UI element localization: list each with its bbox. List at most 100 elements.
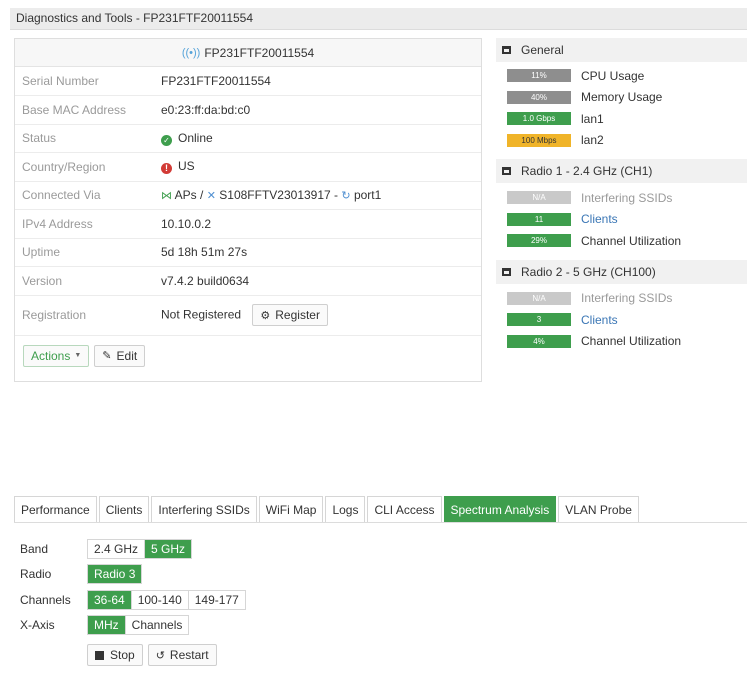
- device-header: ((•)) FP231FTF20011554: [15, 39, 481, 67]
- value-status: Online: [178, 130, 213, 145]
- card-actions: Actions ▼ ✎ Edit: [15, 336, 481, 376]
- row-status: Status ✓ Online: [15, 124, 481, 153]
- metric-lan2: 100 Mbps lan2: [496, 130, 747, 152]
- channels-option-100-140[interactable]: 100-140: [131, 590, 189, 609]
- tab-logs[interactable]: Logs: [325, 496, 366, 522]
- radio1-clients: 11 Clients: [496, 209, 747, 231]
- stop-label: Stop: [110, 648, 135, 662]
- restart-button[interactable]: ↺ Restart: [147, 644, 217, 666]
- device-info-card: ((•)) FP231FTF20011554 Serial Number FP2…: [14, 38, 482, 382]
- radio2-clients-link[interactable]: Clients: [581, 313, 618, 327]
- general-section-header[interactable]: General: [496, 38, 747, 62]
- spectrum-controls: Band 2.4 GHz 5 GHz Radio Radio 3 Channel…: [20, 536, 246, 666]
- restart-icon: ↺: [155, 649, 165, 662]
- radio2-section-header[interactable]: Radio 2 - 5 GHz (CH100): [496, 259, 747, 284]
- row-country: Country/Region ! US: [15, 152, 481, 182]
- memory-bar: 40%: [507, 90, 571, 104]
- radio2-interfering: N/A Interfering SSIDs: [496, 288, 747, 310]
- label-connected: Connected Via: [15, 181, 161, 210]
- separator-slash: /: [200, 188, 204, 203]
- memory-label: Memory Usage: [581, 90, 663, 105]
- page-title: Diagnostics and Tools - FP231FTF20011554: [10, 8, 747, 30]
- lan2-label: lan2: [581, 133, 604, 148]
- gear-icon: ⚙: [260, 309, 271, 322]
- stop-icon: [95, 650, 104, 660]
- actions-dropdown[interactable]: Actions ▼: [23, 344, 90, 367]
- radio1-interfering-label: Interfering SSIDs: [581, 190, 673, 205]
- stop-button[interactable]: Stop: [87, 644, 143, 666]
- tab-cli-access[interactable]: CLI Access: [367, 496, 442, 522]
- link-aps[interactable]: APs: [175, 188, 197, 202]
- value-ipv4: 10.10.0.2: [161, 209, 481, 239]
- ap-group-icon: ⋈: [161, 190, 172, 203]
- radio2-interfering-bar: N/A: [507, 291, 571, 305]
- band-option-2-4ghz[interactable]: 2.4 GHz: [88, 539, 146, 558]
- band-row: Band 2.4 GHz 5 GHz: [20, 536, 246, 562]
- register-button[interactable]: ⚙ Register: [252, 304, 328, 326]
- label-serial: Serial Number: [15, 67, 161, 96]
- general-title: General: [521, 43, 564, 57]
- row-mac: Base MAC Address e0:23:ff:da:bd:c0: [15, 95, 481, 125]
- tab-clients[interactable]: Clients: [98, 496, 150, 522]
- radio-option-3[interactable]: Radio 3: [88, 565, 142, 584]
- link-switch[interactable]: S108FFTV23013917: [219, 188, 330, 202]
- tab-wifi-map[interactable]: WiFi Map: [258, 496, 324, 522]
- label-country: Country/Region: [15, 152, 161, 182]
- label-uptime: Uptime: [15, 238, 161, 267]
- link-port[interactable]: port1: [354, 188, 381, 202]
- radio-selector: Radio 3: [87, 564, 143, 585]
- radio2-clients: 3 Clients: [496, 309, 747, 331]
- channels-option-149-177[interactable]: 149-177: [188, 590, 245, 609]
- label-registration: Registration: [15, 295, 161, 336]
- channels-option-36-64[interactable]: 36-64: [88, 590, 132, 609]
- edit-label: Edit: [116, 348, 138, 363]
- radio1-interfering-bar: N/A: [507, 191, 571, 205]
- xaxis-label: X-Axis: [20, 618, 55, 633]
- band-option-5ghz[interactable]: 5 GHz: [145, 539, 192, 558]
- metric-memory: 40% Memory Usage: [496, 87, 747, 109]
- tab-performance[interactable]: Performance: [14, 496, 97, 522]
- tab-spectrum-analysis[interactable]: Spectrum Analysis: [443, 496, 557, 522]
- row-uptime: Uptime 5d 18h 51m 27s: [15, 238, 481, 267]
- tab-interfering-ssids[interactable]: Interfering SSIDs: [151, 496, 257, 522]
- value-mac: e0:23:ff:da:bd:c0: [161, 95, 481, 125]
- row-connected: Connected Via ⋈ APs / ✕ S108FFTV23013917…: [15, 181, 481, 210]
- port-icon: ↻: [341, 190, 351, 203]
- xaxis-option-mhz[interactable]: MHz: [88, 616, 126, 635]
- row-ipv4: IPv4 Address 10.10.0.2: [15, 209, 481, 239]
- edit-button[interactable]: ✎ Edit: [94, 344, 146, 367]
- radio1-clients-bar: 11: [507, 212, 571, 226]
- pencil-icon: ✎: [102, 350, 112, 362]
- row-version: Version v7.4.2 build0634: [15, 266, 481, 296]
- radio2-utilization: 4% Channel Utilization: [496, 331, 747, 353]
- tab-vlan-probe[interactable]: VLAN Probe: [558, 496, 639, 522]
- band-selector: 2.4 GHz 5 GHz: [87, 538, 193, 559]
- radio1-utilization-bar: 29%: [507, 234, 571, 248]
- collapse-icon: [502, 267, 511, 276]
- cpu-bar: 11%: [507, 69, 571, 83]
- radio-row: Radio Radio 3: [20, 562, 246, 588]
- channels-selector: 36-64 100-140 149-177: [87, 589, 246, 610]
- cpu-label: CPU Usage: [581, 68, 645, 83]
- label-mac: Base MAC Address: [15, 95, 161, 125]
- collapse-icon: [502, 46, 511, 54]
- caret-down-icon: ▼: [74, 352, 82, 359]
- separator-dash: -: [334, 188, 339, 203]
- alert-circle-icon: !: [161, 163, 172, 175]
- radio1-utilization-label: Channel Utilization: [581, 233, 682, 248]
- radio2-utilization-label: Channel Utilization: [581, 334, 682, 349]
- band-label: Band: [20, 541, 49, 556]
- xaxis-selector: MHz Channels: [87, 615, 190, 636]
- wifi-ap-icon: ((•)): [181, 46, 201, 59]
- radio-label: Radio: [20, 567, 52, 582]
- radio2-clients-bar: 3: [507, 313, 571, 327]
- register-button-label: Register: [275, 308, 320, 322]
- device-header-name: FP231FTF20011554: [204, 45, 315, 60]
- radio1-utilization: 29% Channel Utilization: [496, 230, 747, 252]
- lan1-label: lan1: [581, 111, 604, 126]
- radio1-clients-link[interactable]: Clients: [581, 212, 618, 226]
- xaxis-option-channels[interactable]: Channels: [125, 616, 189, 635]
- lan2-bar: 100 Mbps: [507, 133, 571, 147]
- radio1-section-header[interactable]: Radio 1 - 2.4 GHz (CH1): [496, 159, 747, 183]
- metric-lan1: 1.0 Gbps lan1: [496, 108, 747, 130]
